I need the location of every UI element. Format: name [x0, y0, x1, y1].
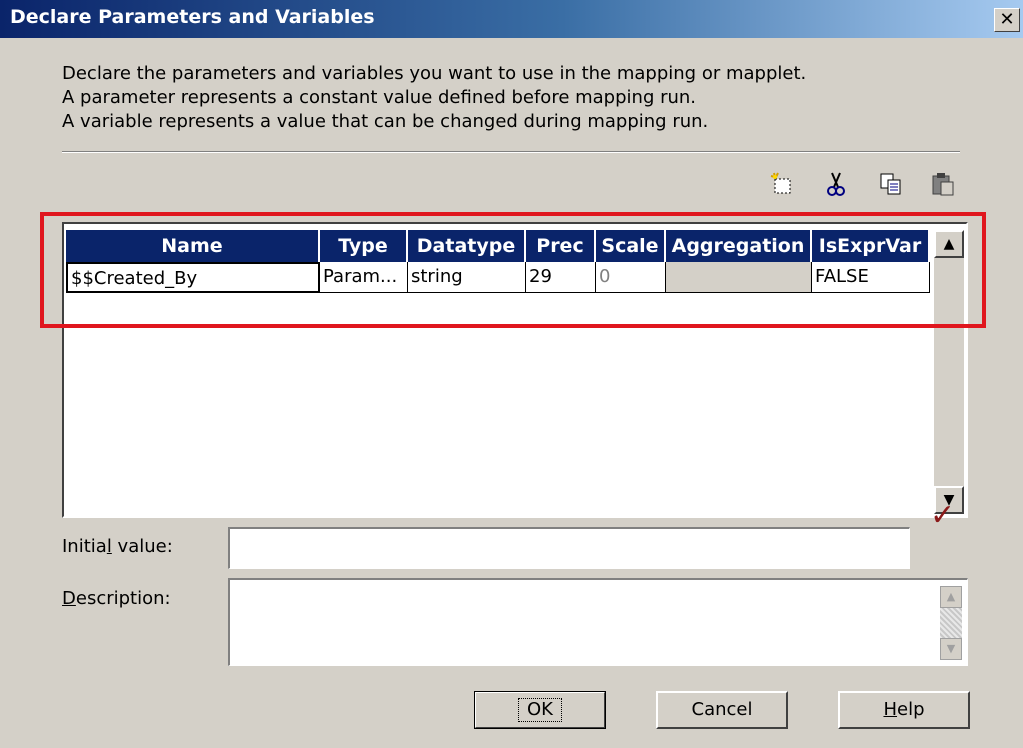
highlight-annotation — [40, 212, 986, 328]
cut-icon[interactable] — [822, 170, 850, 198]
description-textarea[interactable] — [228, 578, 968, 666]
intro-line: Declare the parameters and variables you… — [62, 63, 807, 84]
help-button[interactable]: Help — [838, 691, 970, 729]
validate-check-icon[interactable]: ✓ — [930, 498, 955, 533]
initial-value-label: Initial value: — [62, 536, 173, 557]
cancel-button[interactable]: Cancel — [656, 691, 788, 729]
separator — [62, 151, 960, 153]
initial-value-input[interactable] — [228, 527, 910, 569]
title-bar: Declare Parameters and Variables — [0, 0, 1023, 38]
paste-icon[interactable] — [929, 170, 957, 198]
description-scroll-down-button[interactable]: ▼ — [940, 638, 962, 660]
description-scroll-up-button[interactable]: ▲ — [940, 586, 962, 608]
window-title: Declare Parameters and Variables — [10, 6, 375, 28]
ok-button[interactable]: OK — [474, 691, 606, 729]
copy-icon[interactable] — [877, 170, 905, 198]
intro-line: A parameter represents a constant value … — [62, 87, 697, 108]
close-button[interactable]: ✕ — [994, 8, 1020, 32]
description-scroll-track[interactable] — [940, 608, 962, 638]
intro-line: A variable represents a value that can b… — [62, 111, 709, 132]
description-label: Description: — [62, 588, 171, 609]
intro-text: Declare the parameters and variables you… — [62, 62, 806, 134]
new-icon[interactable] — [768, 170, 796, 198]
